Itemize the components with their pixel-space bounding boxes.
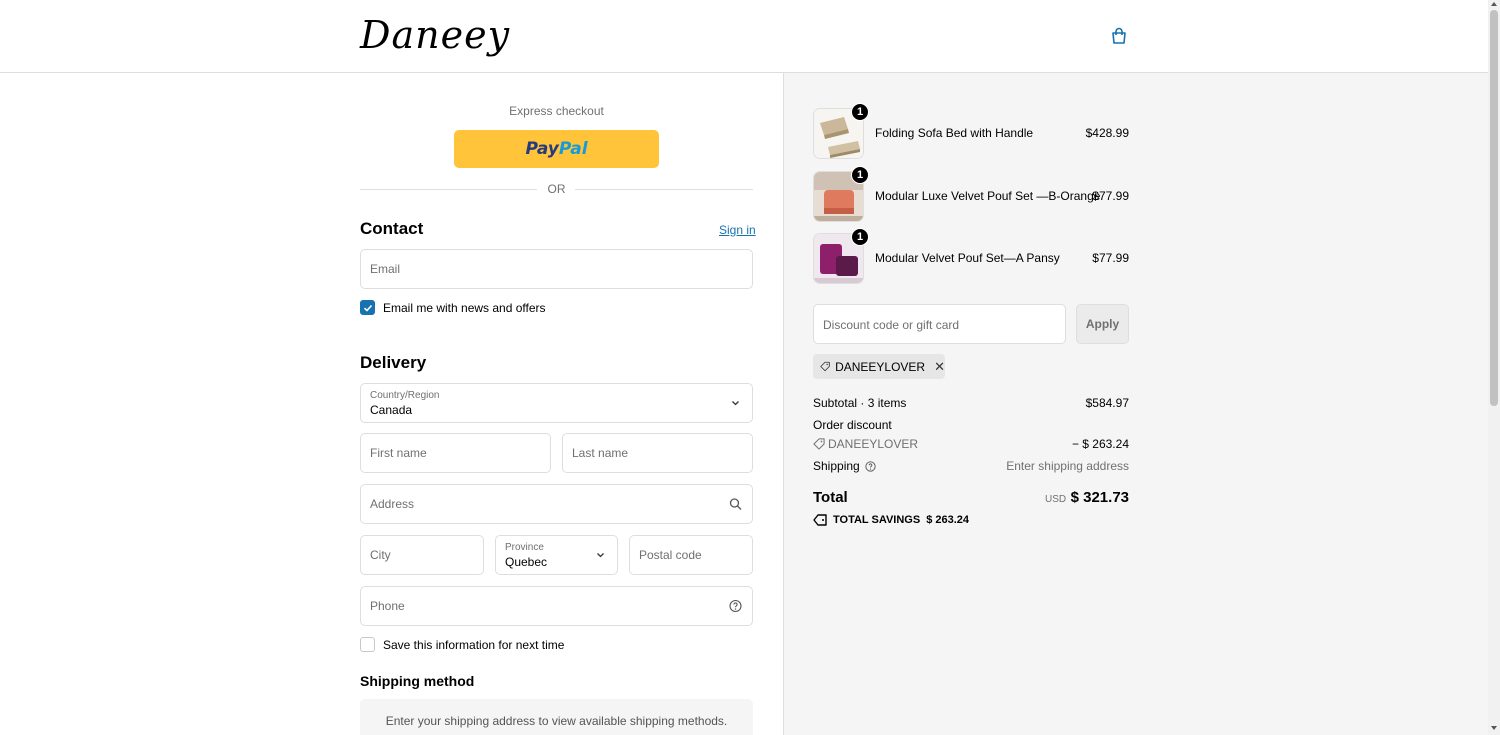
first-name-placeholder: First name [370, 446, 427, 460]
currency-code: USD [1045, 494, 1067, 505]
email-placeholder: Email [370, 262, 401, 276]
sign-in-link[interactable]: Sign in [719, 223, 756, 237]
scroll-down-arrow-icon[interactable] [1491, 726, 1497, 730]
discount-placeholder: Discount code or gift card [823, 318, 960, 332]
express-checkout-title: Express checkout [509, 104, 604, 118]
help-icon[interactable] [729, 599, 742, 613]
search-icon[interactable] [729, 498, 742, 511]
quantity-badge: 1 [851, 166, 869, 184]
first-name-field[interactable]: First name [360, 433, 551, 473]
tag-icon [813, 514, 827, 526]
address-field[interactable]: Address [360, 484, 753, 524]
close-icon[interactable]: ✕ [934, 359, 945, 375]
delivery-heading: Delivery [360, 353, 427, 372]
total-amount: $ 321.73 [1070, 489, 1129, 506]
scrollbar-thumb[interactable] [1490, 10, 1498, 406]
or-divider: OR [360, 182, 753, 196]
shipping-method-heading: Shipping method [360, 673, 475, 689]
save-info-checkbox-row[interactable]: Save this information for next time [360, 637, 564, 652]
cart-item: 1 Modular Luxe Velvet Pouf Set —B-Orange… [813, 166, 1129, 223]
tag-icon [820, 361, 830, 372]
apply-discount-button[interactable]: Apply [1076, 304, 1129, 344]
site-header: Daneey [0, 0, 1488, 73]
page-scrollbar[interactable] [1488, 0, 1500, 735]
tag-icon [813, 438, 825, 450]
checkmark-icon [363, 304, 372, 312]
item-name: Modular Velvet Pouf Set—A Pansy [875, 251, 1060, 265]
save-info-checkbox[interactable] [360, 637, 375, 652]
chevron-down-icon [732, 401, 739, 406]
quantity-badge: 1 [851, 228, 869, 246]
savings-value: $ 263.24 [926, 514, 970, 526]
item-name: Modular Luxe Velvet Pouf Set —B-Orange [875, 189, 1101, 203]
applied-discount-chip: DANEEYLOVER ✕ [813, 354, 945, 379]
total-savings: TOTAL SAVINGS $ 263.24 [813, 514, 969, 526]
divider-line-right [575, 189, 753, 190]
address-placeholder: Address [370, 497, 415, 511]
newsletter-label: Email me with news and offers [383, 300, 546, 315]
newsletter-checkbox[interactable] [360, 300, 375, 315]
scroll-up-arrow-icon[interactable] [1491, 2, 1497, 6]
last-name-placeholder: Last name [572, 446, 629, 460]
item-price: $77.99 [1092, 251, 1129, 265]
phone-placeholder: Phone [370, 599, 405, 613]
last-name-field[interactable]: Last name [562, 433, 753, 473]
email-field[interactable]: Email [360, 249, 753, 289]
city-field[interactable]: City [360, 535, 484, 575]
quantity-badge: 1 [851, 103, 869, 121]
paypal-logo-part2: Pal [558, 139, 588, 159]
shopping-bag-icon[interactable] [1110, 27, 1128, 45]
savings-label: TOTAL SAVINGS [833, 514, 921, 526]
discount-code-row: DANEEYLOVER − $ 263.24 [813, 437, 1129, 453]
brand-logo[interactable]: Daneey [360, 10, 510, 60]
applied-code: DANEEYLOVER [835, 359, 926, 374]
discount-amount: − $ 263.24 [1071, 437, 1129, 451]
discount-code-field[interactable]: Discount code or gift card [813, 304, 1066, 344]
order-discount-label: Order discount [813, 418, 892, 432]
paypal-logo-part1: Pay [525, 139, 559, 159]
item-name: Folding Sofa Bed with Handle [875, 126, 1034, 140]
item-price: $428.99 [1085, 126, 1129, 140]
province-value: Quebec [505, 555, 548, 569]
country-value: Canada [370, 403, 413, 417]
city-placeholder: City [370, 548, 391, 562]
contact-heading: Contact [360, 219, 424, 238]
country-select[interactable]: Country/Region Canada [360, 383, 753, 423]
save-info-label: Save this information for next time [383, 637, 565, 652]
shipping-row: Shipping Enter shipping address [813, 459, 1129, 473]
paypal-button[interactable]: Pay Pal [454, 130, 659, 168]
order-discount-row: Order discount [813, 418, 1129, 432]
help-icon[interactable] [865, 460, 876, 472]
newsletter-checkbox-row[interactable]: Email me with news and offers [360, 300, 546, 315]
shipping-method-notice: Enter your shipping address to view avai… [360, 699, 753, 735]
item-price: $77.99 [1092, 189, 1129, 203]
phone-field[interactable]: Phone [360, 586, 753, 626]
postal-code-field[interactable]: Postal code [629, 535, 753, 575]
discount-code-label: DANEEYLOVER [828, 437, 919, 451]
subtotal-row: Subtotal · 3 items $584.97 [813, 396, 1129, 410]
shipping-label: Shipping [813, 459, 860, 473]
cart-item: 1 Folding Sofa Bed with Handle $428.99 [813, 103, 1129, 160]
postal-code-placeholder: Postal code [639, 548, 702, 562]
country-label: Country/Region [370, 390, 440, 401]
province-label: Province [505, 542, 544, 553]
chevron-down-icon [597, 553, 604, 558]
subtotal-label: Subtotal · 3 items [813, 396, 907, 410]
shipping-value: Enter shipping address [1006, 459, 1129, 473]
total-label: Total [813, 489, 848, 506]
cart-item: 1 Modular Velvet Pouf Set—A Pansy $77.99 [813, 228, 1129, 285]
subtotal-value: $584.97 [1085, 396, 1129, 410]
province-select[interactable]: Province Quebec [495, 535, 618, 575]
